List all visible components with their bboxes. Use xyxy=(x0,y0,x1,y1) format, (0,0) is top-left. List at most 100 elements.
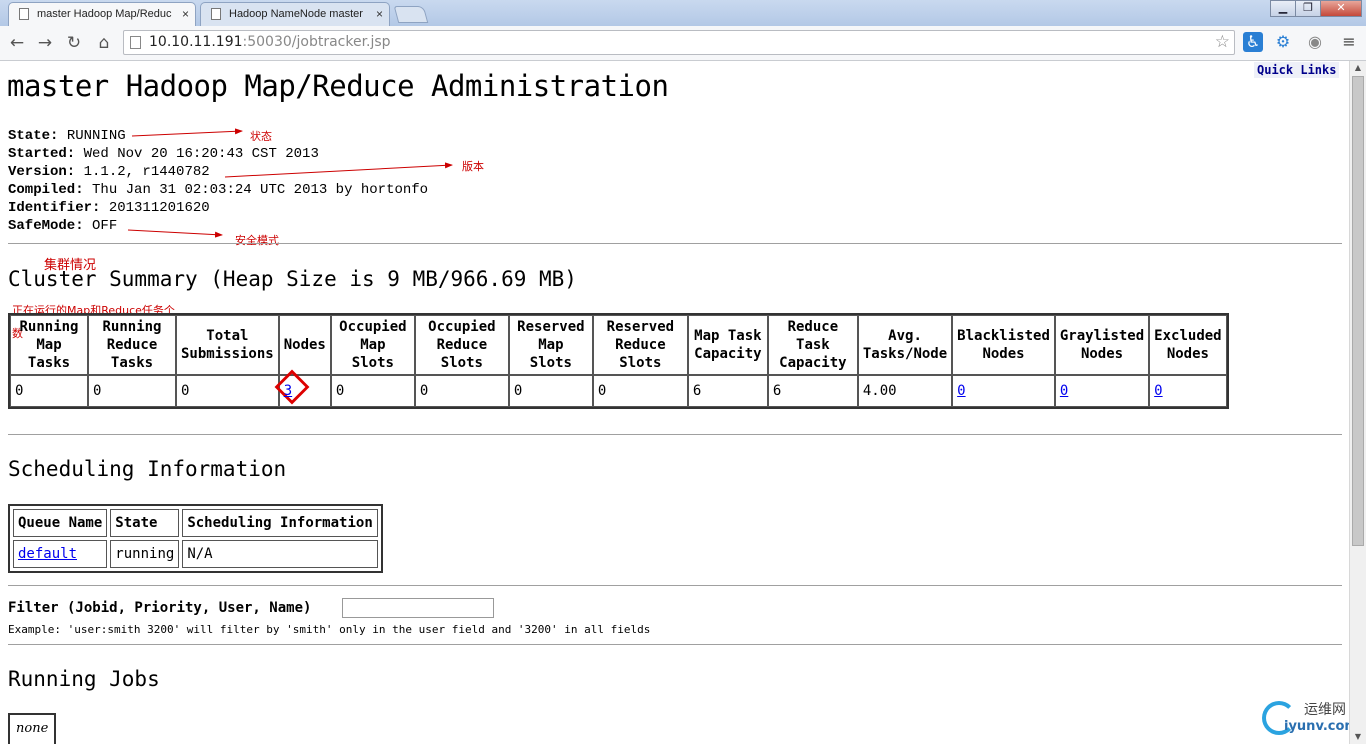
col-reduce-task-capacity: Reduce Task Capacity xyxy=(767,315,858,375)
home-icon[interactable]: ⌂ xyxy=(93,32,115,54)
extension-accessibility-icon[interactable]: ♿ xyxy=(1243,32,1263,52)
cell-blacklisted-nodes: 0 xyxy=(952,375,1055,407)
annotation-version: 版本 xyxy=(462,160,484,173)
cell-scheduling-info: N/A xyxy=(182,540,378,568)
col-scheduling-information: Scheduling Information xyxy=(182,509,378,537)
arrow-version xyxy=(224,162,453,178)
cell-state: running xyxy=(110,540,180,568)
browser-toolbar: ← → ↻ ⌂ 10.10.11.191:50030/jobtracker.js… xyxy=(0,26,1366,61)
col-occupied-reduce-slots: Occupied Reduce Slots xyxy=(414,315,509,375)
page-icon xyxy=(130,36,141,49)
excluded-nodes-link[interactable]: 0 xyxy=(1154,383,1162,399)
annotation-state: 状态 xyxy=(250,130,272,143)
scrollbar-thumb[interactable] xyxy=(1352,76,1364,546)
cluster-summary-title: Cluster Summary (Heap Size is 9 MB/966.6… xyxy=(8,267,577,291)
back-icon[interactable]: ← xyxy=(6,32,28,54)
cell-total-submissions: 0 xyxy=(176,375,279,407)
queue-default-link[interactable]: default xyxy=(18,546,77,562)
close-tab-icon[interactable]: × xyxy=(376,7,383,21)
col-blacklisted-nodes: Blacklisted Nodes xyxy=(952,315,1055,375)
new-tab-button[interactable] xyxy=(393,6,429,23)
col-reserved-map-slots: Reserved Map Slots xyxy=(508,315,593,375)
cell-avg-tasks-node: 4.00 xyxy=(857,375,953,407)
cluster-summary-table: Running Map Tasks Running Reduce Tasks T… xyxy=(8,313,1229,409)
page-icon xyxy=(19,8,29,20)
divider xyxy=(8,644,1342,645)
arrow-state xyxy=(131,128,243,137)
blacklisted-nodes-link[interactable]: 0 xyxy=(957,383,965,399)
scroll-down-icon[interactable]: ▼ xyxy=(1350,730,1366,744)
cell-running-map-tasks: 0 xyxy=(10,375,88,407)
nodes-link[interactable]: 3 xyxy=(284,383,292,399)
filter-example: Example: 'user:smith 3200' will filter b… xyxy=(8,623,651,636)
table-header-row: Queue Name State Scheduling Information xyxy=(13,509,378,537)
watermark-logo: 运维网 iyunv.com xyxy=(1262,695,1349,741)
browser-titlebar: master Hadoop Map/Reduc × Hadoop NameNod… xyxy=(0,0,1366,26)
divider xyxy=(8,585,1342,586)
col-graylisted-nodes: Graylisted Nodes xyxy=(1054,315,1150,375)
minimize-button[interactable]: ▁ xyxy=(1270,0,1296,17)
close-window-button[interactable]: ✕ xyxy=(1320,0,1362,17)
watermark-en: iyunv.com xyxy=(1284,719,1349,734)
page-icon xyxy=(211,8,221,20)
col-running-map-tasks: Running Map Tasks xyxy=(10,315,88,375)
scroll-up-icon[interactable]: ▲ xyxy=(1350,61,1366,75)
extension-globe-icon[interactable]: ◉ xyxy=(1305,32,1325,52)
running-jobs-empty: none xyxy=(8,713,57,744)
col-map-task-capacity: Map Task Capacity xyxy=(687,315,768,375)
cell-reserved-reduce-slots: 0 xyxy=(592,375,688,407)
maximize-button[interactable]: ❐ xyxy=(1295,0,1321,17)
reload-icon[interactable]: ↻ xyxy=(63,32,85,54)
cell-occupied-reduce-slots: 0 xyxy=(414,375,509,407)
col-total-submissions: Total Submissions xyxy=(176,315,279,375)
scheduling-title: Scheduling Information xyxy=(8,457,287,481)
divider xyxy=(8,243,1342,244)
col-running-reduce-tasks: Running Reduce Tasks xyxy=(88,315,176,375)
cell-excluded-nodes: 0 xyxy=(1149,375,1227,407)
cell-graylisted-nodes: 0 xyxy=(1054,375,1150,407)
running-jobs-title: Running Jobs xyxy=(8,667,160,691)
bookmark-star-icon[interactable]: ☆ xyxy=(1215,32,1230,52)
arrow-safemode xyxy=(127,229,223,238)
vertical-scrollbar[interactable]: ▲ ▼ xyxy=(1349,61,1366,744)
cell-reserved-map-slots: 0 xyxy=(508,375,593,407)
table-row: default running N/A xyxy=(13,540,378,568)
page-title: master Hadoop Map/Reduce Administration xyxy=(7,69,669,103)
url-path: :50030/jobtracker.jsp xyxy=(242,34,391,50)
cell-running-reduce-tasks: 0 xyxy=(88,375,176,407)
page-content: Quick Links master Hadoop Map/Reduce Adm… xyxy=(0,61,1349,744)
col-queue-name: Queue Name xyxy=(13,509,108,537)
url-text: 10.10.11.191:50030/jobtracker.jsp xyxy=(149,34,391,50)
divider xyxy=(8,434,1342,435)
col-reserved-reduce-slots: Reserved Reduce Slots xyxy=(592,315,688,375)
cell-map-task-capacity: 6 xyxy=(687,375,768,407)
annotation-safemode: 安全模式 xyxy=(235,234,279,247)
tab-jobtracker[interactable]: master Hadoop Map/Reduc × xyxy=(8,2,196,26)
tab-title: Hadoop NameNode master xyxy=(229,8,363,20)
cell-occupied-map-slots: 0 xyxy=(330,375,415,407)
col-occupied-map-slots: Occupied Map Slots xyxy=(330,315,415,375)
col-avg-tasks-node: Avg. Tasks/Node xyxy=(857,315,953,375)
quick-links-link[interactable]: Quick Links xyxy=(1254,62,1340,78)
watermark-cn: 运维网 xyxy=(1304,702,1346,718)
graylisted-nodes-link[interactable]: 0 xyxy=(1060,383,1068,399)
filter-input[interactable] xyxy=(342,598,494,618)
address-bar[interactable]: 10.10.11.191:50030/jobtracker.jsp ☆ xyxy=(123,30,1235,55)
filter-label: Filter (Jobid, Priority, User, Name) xyxy=(8,600,312,616)
tab-title: master Hadoop Map/Reduc xyxy=(37,8,172,20)
cell-queue-name: default xyxy=(13,540,108,568)
close-tab-icon[interactable]: × xyxy=(182,7,189,21)
col-state: State xyxy=(110,509,180,537)
col-nodes: Nodes xyxy=(278,315,331,375)
menu-icon[interactable]: ≡ xyxy=(1339,32,1359,52)
cell-nodes: 3 xyxy=(274,369,331,407)
extension-gear-icon[interactable]: ⚙ xyxy=(1273,32,1293,52)
scheduling-table: Queue Name State Scheduling Information … xyxy=(8,504,383,573)
col-excluded-nodes: Excluded Nodes xyxy=(1149,315,1227,375)
forward-icon[interactable]: → xyxy=(34,32,56,54)
tab-namenode[interactable]: Hadoop NameNode master × xyxy=(200,2,390,26)
url-host: 10.10.11.191 xyxy=(149,34,243,50)
table-header-row: Running Map Tasks Running Reduce Tasks T… xyxy=(10,315,1227,375)
table-row: 0 0 0 3 0 0 0 0 6 6 4.00 0 0 0 xyxy=(10,369,1227,407)
cell-reduce-task-capacity: 6 xyxy=(767,375,858,407)
